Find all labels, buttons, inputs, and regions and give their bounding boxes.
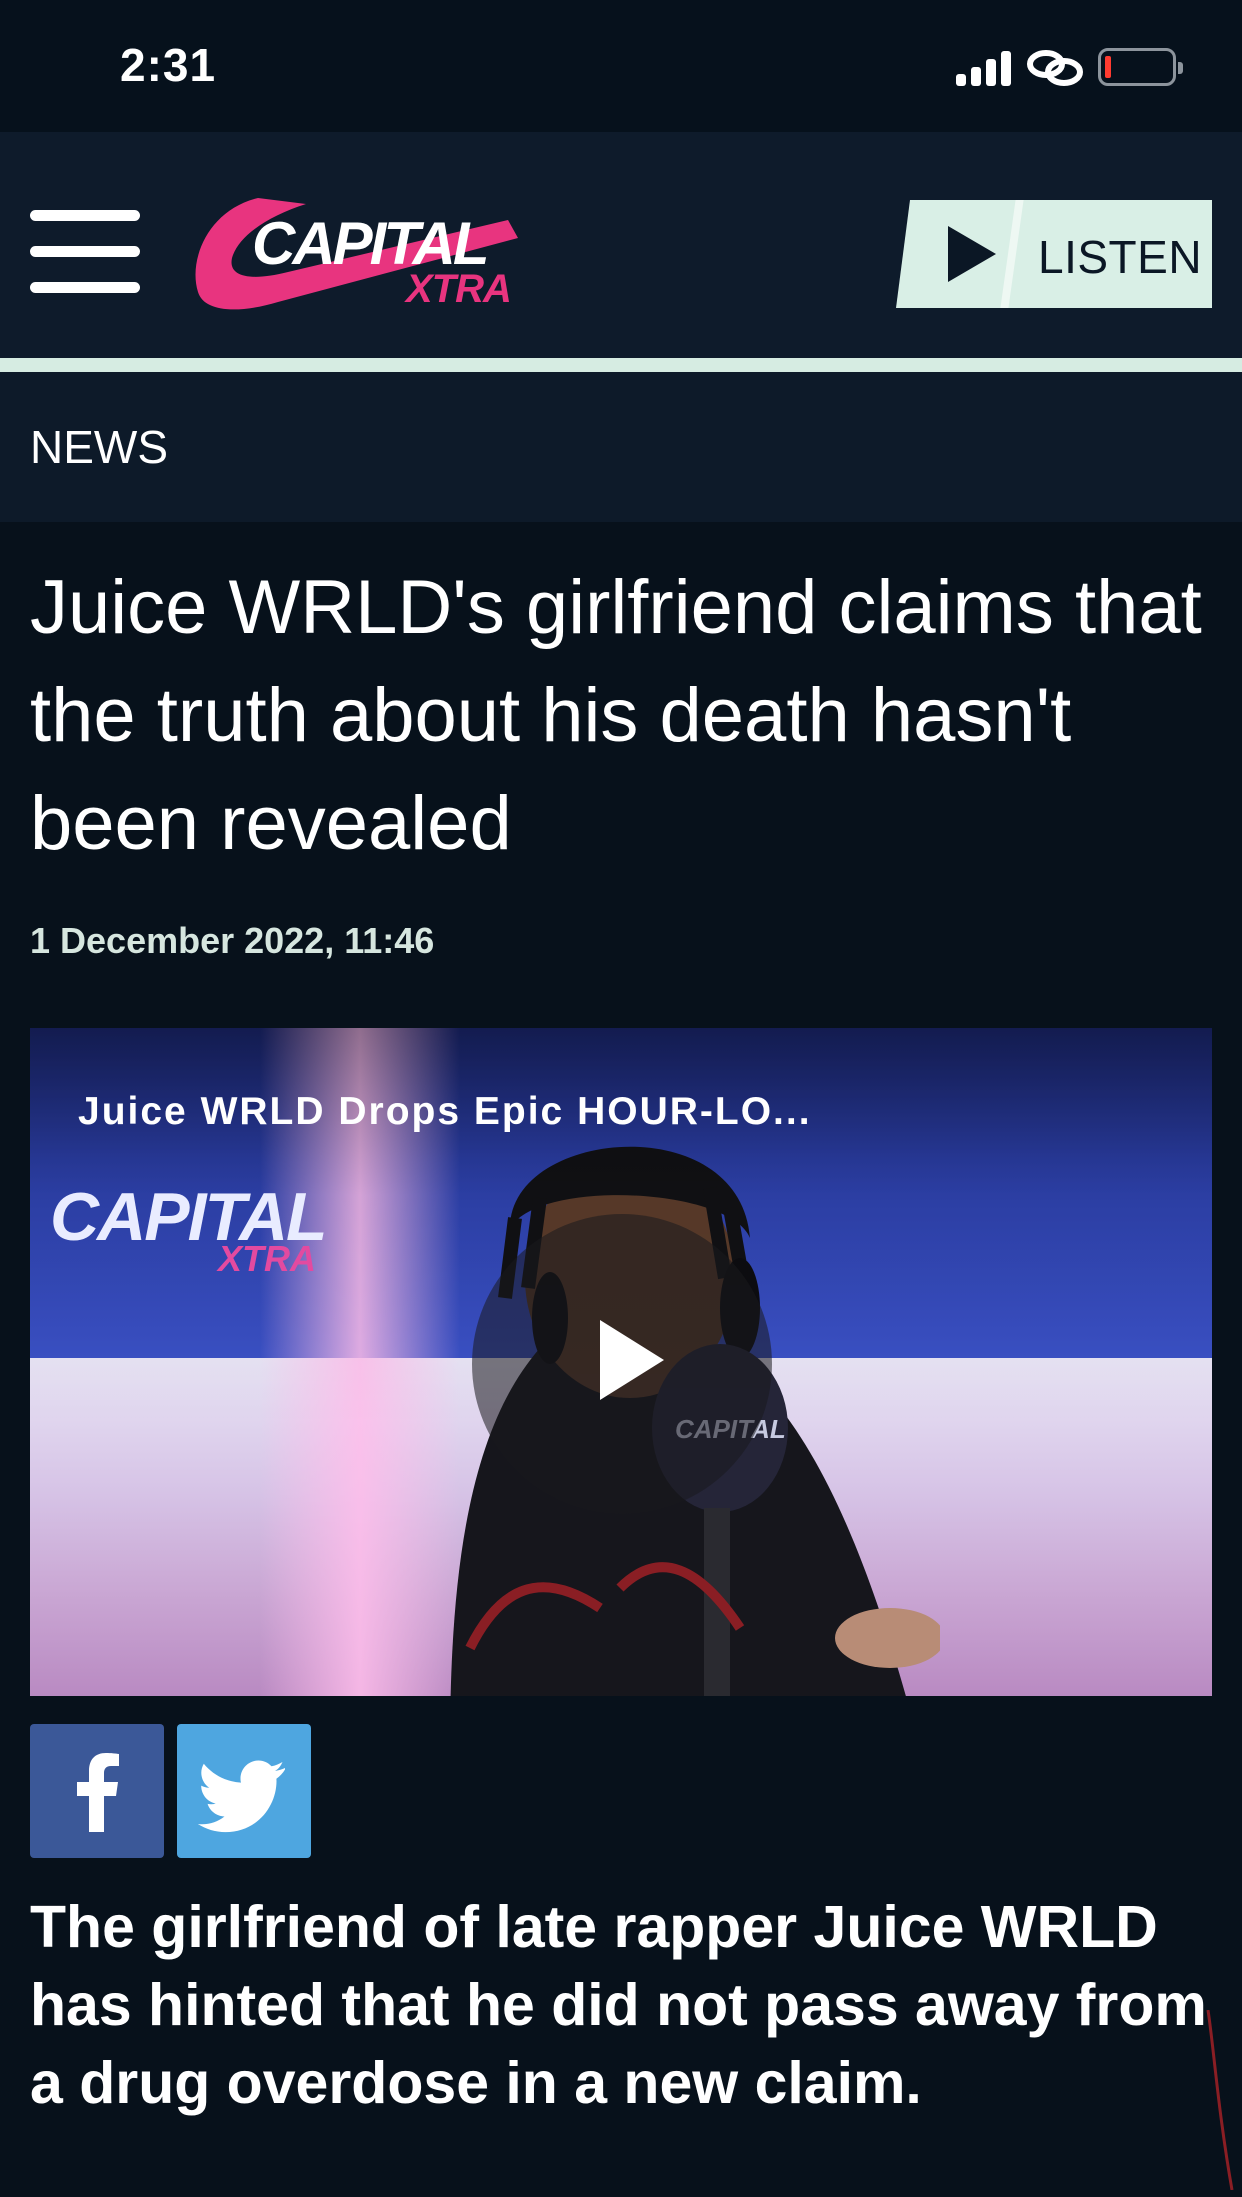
section-bar: NEWS [0, 372, 1242, 522]
video-capital-xtra-logo: CAPITAL XTRA [50, 1178, 328, 1279]
video-logo-word-xtra: XTRA [218, 1238, 316, 1279]
article-date: 1 December 2022, 11:46 [30, 920, 435, 961]
play-icon [948, 226, 996, 282]
status-time: 2:31 [120, 39, 217, 91]
listen-button[interactable]: LISTEN [896, 200, 1212, 308]
share-facebook-button[interactable] [30, 1724, 164, 1858]
video-player[interactable]: CAPITAL CAPITAL XTRA Juice WRLD Drops Ep… [30, 1028, 1212, 1696]
video-title[interactable]: Juice WRLD Drops Epic HOUR-LO... [78, 1090, 812, 1134]
logo-word-xtra: XTRA [404, 267, 511, 311]
link-icon [1027, 50, 1083, 86]
section-label-news[interactable]: NEWS [30, 420, 168, 474]
share-twitter-button[interactable] [177, 1724, 311, 1858]
header-divider [0, 358, 1242, 372]
battery-icon [1098, 48, 1183, 86]
decorative-edge-mark [1206, 2010, 1234, 2190]
twitter-icon [197, 1760, 285, 1833]
status-bar: 2:31 [0, 0, 1242, 132]
hamburger-menu-icon[interactable] [30, 210, 140, 294]
facebook-icon [77, 1753, 119, 1832]
capital-xtra-logo[interactable]: CAPITAL XTRA [188, 180, 528, 320]
page: 2:31 CAPITAL XTRA LISTEN NEWS Juice WRLD… [0, 0, 1242, 2197]
play-icon[interactable] [600, 1320, 664, 1400]
article-lede: The girlfriend of late rapper Juice WRLD… [30, 1894, 1207, 2116]
battery-level [1105, 56, 1111, 78]
article-headline: Juice WRLD's girlfriend claims that the … [30, 565, 1202, 866]
site-header: CAPITAL XTRA LISTEN [0, 132, 1242, 358]
listen-label: LISTEN [1038, 231, 1203, 283]
signal-icon [956, 50, 1012, 86]
